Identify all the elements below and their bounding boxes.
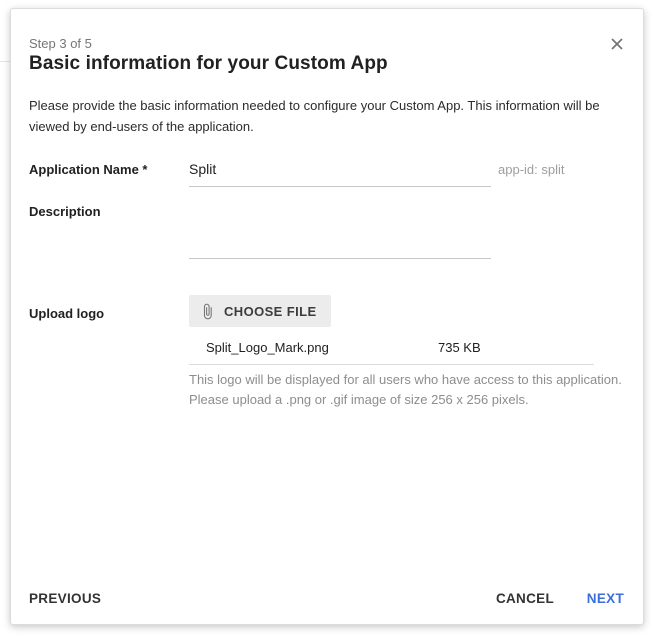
- intro-text: Please provide the basic information nee…: [29, 95, 600, 137]
- logo-helper-text: This logo will be displayed for all user…: [189, 370, 622, 410]
- background-page-edge: [0, 61, 10, 62]
- uploaded-file-name: Split_Logo_Mark.png: [206, 340, 329, 355]
- uploaded-file-size: 735 KB: [438, 340, 481, 355]
- step-indicator: Step 3 of 5: [29, 36, 92, 51]
- application-name-label: Application Name *: [29, 162, 147, 177]
- intro-line-2: viewed by end-users of the application.: [29, 116, 600, 137]
- previous-button[interactable]: PREVIOUS: [27, 587, 103, 610]
- upload-logo-label: Upload logo: [29, 306, 104, 321]
- app-id-hint: app-id: split: [498, 162, 564, 177]
- file-row-divider: [189, 364, 594, 365]
- dialog-title: Basic information for your Custom App: [29, 53, 388, 75]
- choose-file-label: CHOOSE FILE: [224, 304, 317, 319]
- close-button[interactable]: [608, 35, 626, 53]
- paperclip-icon: [199, 303, 216, 320]
- cancel-button[interactable]: CANCEL: [494, 587, 556, 610]
- description-input[interactable]: [189, 205, 491, 259]
- logo-helper-line-1: This logo will be displayed for all user…: [189, 370, 622, 390]
- intro-line-1: Please provide the basic information nee…: [29, 95, 600, 116]
- choose-file-button[interactable]: CHOOSE FILE: [189, 295, 331, 327]
- close-icon: [610, 37, 624, 51]
- description-label: Description: [29, 204, 101, 219]
- next-button[interactable]: NEXT: [585, 587, 626, 610]
- logo-helper-line-2: Please upload a .png or .gif image of si…: [189, 390, 622, 410]
- custom-app-dialog: Step 3 of 5 Basic information for your C…: [10, 8, 644, 625]
- application-name-input[interactable]: [189, 157, 491, 187]
